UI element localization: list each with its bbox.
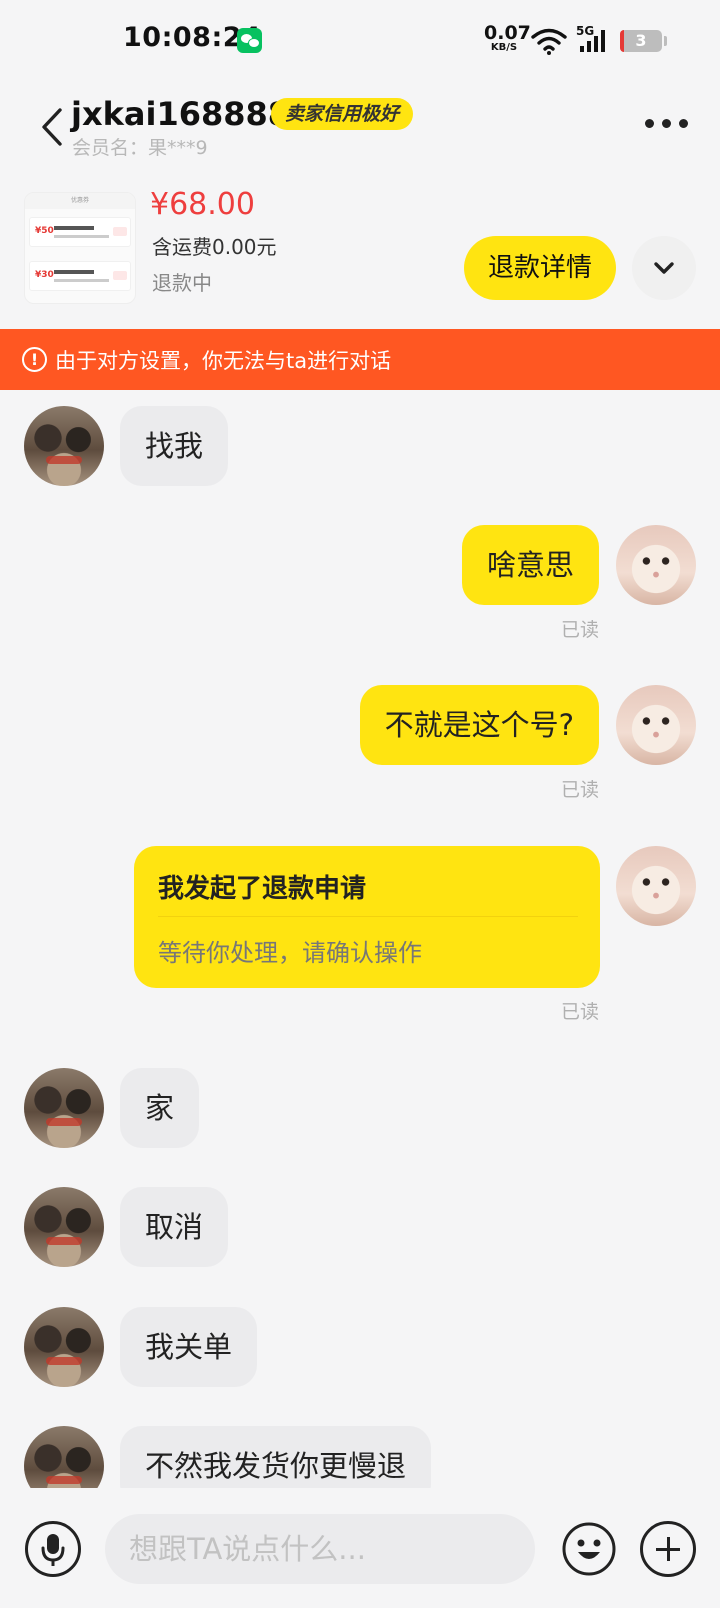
product-card[interactable]: 优惠券 ¥50 ¥30 ¥68.00 含运费0.00元 退款中 退款详情 [0,180,720,330]
expand-button[interactable] [632,236,696,300]
message-bubble-incoming[interactable]: 取消 [120,1187,229,1267]
thumb-price-1: ¥50 [35,226,54,236]
seller-avatar[interactable] [24,1187,104,1267]
seller-avatar[interactable] [24,1068,104,1148]
read-status: 已读 [561,1001,600,1023]
card-divider [158,916,578,917]
warning-icon: ! [22,347,47,372]
message-bubble-outgoing[interactable]: 不就是这个号? [359,685,599,765]
my-avatar[interactable] [616,525,696,605]
message-list[interactable]: 找我 啥意思 已读 不就是这个号? 已读 我发起了退款申请 等待你处理，请确认操… [0,390,720,1488]
message-input[interactable]: 想跟TA说点什么... [105,1514,535,1584]
seller-avatar[interactable] [24,1307,104,1387]
network-speed: 0.07 KB/S [484,22,531,53]
thumb-title: 优惠券 [25,193,135,209]
member-name: 会员名：果***9 [72,137,208,159]
emoji-icon[interactable] [561,1521,617,1577]
my-avatar[interactable] [616,685,696,765]
back-icon[interactable] [38,107,66,147]
seller-avatar[interactable] [24,406,104,486]
wechat-icon [237,28,262,53]
add-button[interactable] [640,1521,696,1577]
chevron-down-icon [654,262,674,274]
product-thumbnail[interactable]: 优惠券 ¥50 ¥30 [24,192,136,304]
my-avatar[interactable] [616,846,696,926]
seller-avatar[interactable] [24,1426,104,1488]
network-type: 5G [576,24,595,38]
refund-detail-button[interactable]: 退款详情 [464,236,616,300]
voice-button[interactable] [25,1521,81,1577]
product-shipping: 含运费0.00元 [152,235,277,259]
microphone-icon [41,1534,65,1566]
chat-header: jxkai168888 卖家信用极好 会员名：果***9 [0,80,720,180]
read-status: 已读 [561,619,600,641]
order-status: 退款中 [152,271,212,295]
refund-card-subtitle: 等待你处理，请确认操作 [158,939,422,967]
network-speed-unit: KB/S [490,42,518,53]
more-icon[interactable] [643,118,691,130]
thumb-price-2: ¥30 [35,270,54,280]
credit-badge: 卖家信用极好 [271,98,414,130]
read-status: 已读 [561,779,600,801]
blocked-banner: ! 由于对方设置，你无法与ta进行对话 [0,329,720,390]
message-bubble-incoming[interactable]: 我关单 [120,1307,258,1387]
network-speed-value: 0.07 [484,22,531,44]
banner-text: 由于对方设置，你无法与ta进行对话 [55,349,392,373]
refund-card-title: 我发起了退款申请 [158,874,367,904]
input-bar: 想跟TA说点什么... [0,1488,720,1608]
message-bubble-incoming[interactable]: 不然我发货你更慢退 [120,1426,432,1488]
seller-name: jxkai168888 [71,95,291,133]
wifi-icon [531,28,567,55]
product-price: ¥68.00 [150,187,255,222]
signal-icon: 5G [576,24,612,54]
refund-request-card[interactable]: 我发起了退款申请 等待你处理，请确认操作 [134,846,600,988]
message-bubble-outgoing[interactable]: 啥意思 [461,525,599,605]
battery-icon: 3 [620,30,667,52]
battery-level: 3 [635,31,647,50]
message-bubble-incoming[interactable]: 家 [120,1068,200,1148]
message-bubble-incoming[interactable]: 找我 [120,406,229,486]
status-bar: 10:08:24 0.07 KB/S 5G 3 [0,0,720,80]
